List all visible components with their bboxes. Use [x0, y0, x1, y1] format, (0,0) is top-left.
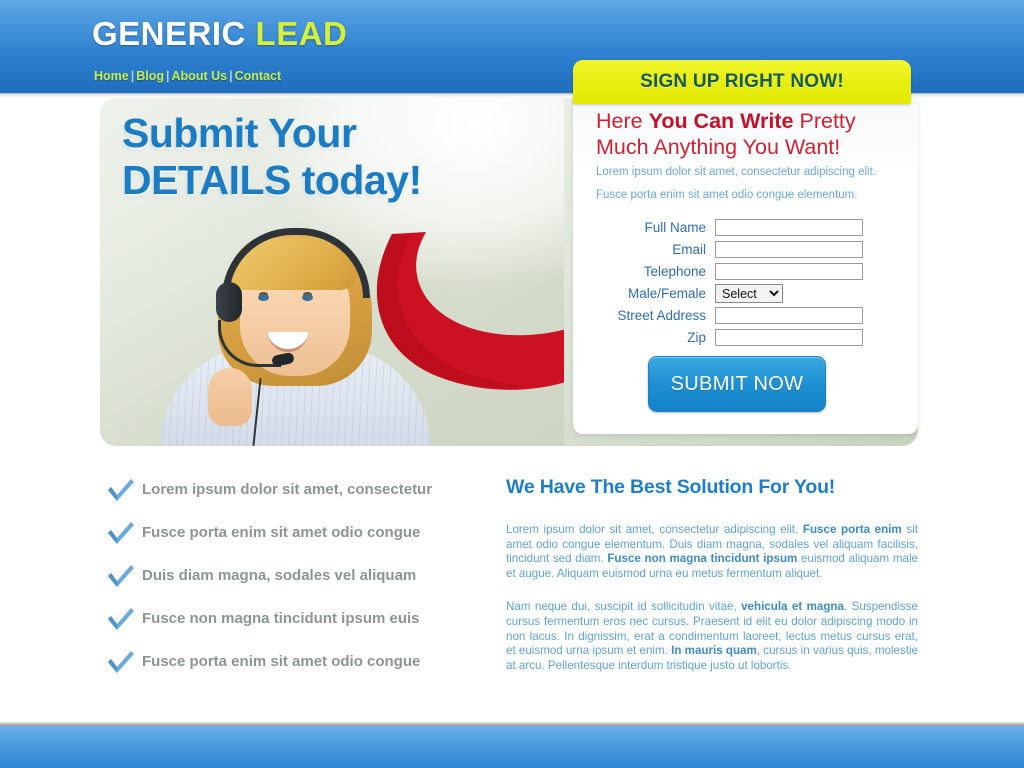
agent-hand	[208, 368, 252, 426]
label-email: Email	[672, 242, 706, 257]
content-column: We Have The Best Solution For You! Lorem…	[506, 476, 918, 692]
site-logo[interactable]: GENERIC LEAD	[92, 15, 347, 53]
field-row-zip: Zip	[596, 328, 896, 347]
para2-b1: vehicula et magna	[741, 600, 844, 614]
blue-checkmark-icon	[108, 564, 134, 587]
field-row-street-address: Street Address	[596, 306, 896, 325]
benefits-list: Lorem ipsum dolor sit amet, consectetur …	[106, 468, 486, 683]
label-full-name: Full Name	[644, 220, 706, 235]
hero-headline-line1: Submit Your	[122, 110, 357, 156]
landing-page: GENERIC LEAD Home | Blog | About Us | Contact …	[0, 0, 1024, 768]
form-headline: Here You Can Write Pretty Much Anything …	[596, 108, 896, 160]
field-row-telephone: Telephone	[596, 262, 896, 281]
blue-checkmark-icon	[108, 650, 134, 673]
nav-item-blog[interactable]: Blog	[136, 69, 164, 83]
list-item: Fusce porta enim sit amet odio congue	[106, 511, 486, 554]
list-item: Fusce porta enim sit amet odio congue	[106, 640, 486, 683]
logo-secondary-text: LEAD	[255, 15, 348, 52]
headset-earcup-icon	[216, 282, 242, 322]
list-item: Fusce non magna tincidunt ipsum euis	[106, 597, 486, 640]
benefit-label: Fusce non magna tincidunt ipsum euis	[142, 610, 420, 627]
site-footer	[0, 726, 1024, 768]
blue-checkmark-icon	[108, 521, 134, 544]
submit-now-button[interactable]: SUBMIT NOW	[648, 356, 826, 412]
field-row-email: Email	[596, 240, 896, 259]
label-zip: Zip	[687, 330, 706, 345]
form-subtext-2: Fusce porta enim sit amet odio congue el…	[596, 189, 858, 201]
hero-panel: Submit Your DETAILS today!	[100, 98, 580, 446]
field-row-gender: Male/Female SelectMaleFemale	[596, 284, 896, 303]
benefit-label: Duis diam magna, sodales vel aliquam	[142, 567, 417, 584]
label-telephone: Telephone	[643, 264, 706, 279]
blue-checkmark-icon	[108, 607, 134, 630]
hero-headline-line2: DETAILS today!	[122, 157, 422, 203]
nav-separator: |	[166, 69, 170, 83]
para2-b2: In mauris quam	[671, 644, 757, 658]
nav-separator: |	[229, 69, 233, 83]
form-subtext-1: Lorem ipsum dolor sit amet, consectetur …	[596, 166, 876, 178]
content-paragraph-2: Nam neque dui, suscipit id sollicitudin …	[506, 600, 918, 673]
logo-primary-text: GENERIC	[92, 15, 246, 52]
signup-fields: Full Name Email Telephone Male/Female Se…	[596, 218, 896, 350]
street-address-input[interactable]	[715, 307, 863, 324]
content-heading: We Have The Best Solution For You!	[506, 476, 836, 498]
blue-checkmark-icon	[108, 478, 134, 501]
signup-banner-label: SIGN UP RIGHT NOW!	[640, 71, 844, 92]
nav-item-home[interactable]: Home	[94, 69, 129, 83]
nav-item-about-us[interactable]: About Us	[172, 69, 228, 83]
zip-input[interactable]	[715, 329, 863, 346]
nav-item-contact[interactable]: Contact	[235, 69, 282, 83]
para1-b2: Fusce non magna tincidunt ipsum	[607, 552, 798, 566]
label-street-address: Street Address	[617, 308, 706, 323]
benefit-label: Lorem ipsum dolor sit amet, consectetur	[142, 481, 433, 498]
gender-select[interactable]: SelectMaleFemale	[715, 284, 783, 303]
headset-band-icon	[222, 228, 370, 298]
form-headline-bold: You Can Write	[648, 109, 794, 133]
para2-t1: Nam neque dui, suscipit id sollicitudin …	[506, 600, 742, 614]
content-paragraph-1: Lorem ipsum dolor sit amet, consectetur …	[506, 523, 918, 581]
list-item: Duis diam magna, sodales vel aliquam	[106, 554, 486, 597]
telephone-input[interactable]	[715, 263, 863, 280]
main-navigation: Home | Blog | About Us | Contact	[94, 69, 281, 83]
curved-right-arrow-icon	[376, 232, 580, 390]
para1-b1: Fusce porta enim	[802, 523, 902, 536]
field-row-full-name: Full Name	[596, 218, 896, 237]
benefit-label: Fusce porta enim sit amet odio congue	[142, 653, 421, 670]
benefit-label: Fusce porta enim sit amet odio congue	[142, 524, 421, 541]
hero-headline: Submit Your DETAILS today!	[122, 110, 562, 204]
form-headline-part1: Here	[596, 109, 649, 133]
para1-t1: Lorem ipsum dolor sit amet, consectetur …	[506, 523, 803, 536]
label-male-female: Male/Female	[627, 286, 706, 301]
full-name-input[interactable]	[715, 219, 863, 236]
signup-banner: SIGN UP RIGHT NOW!	[573, 60, 911, 104]
list-item: Lorem ipsum dolor sit amet, consectetur	[106, 468, 486, 511]
email-input[interactable]	[715, 241, 863, 258]
